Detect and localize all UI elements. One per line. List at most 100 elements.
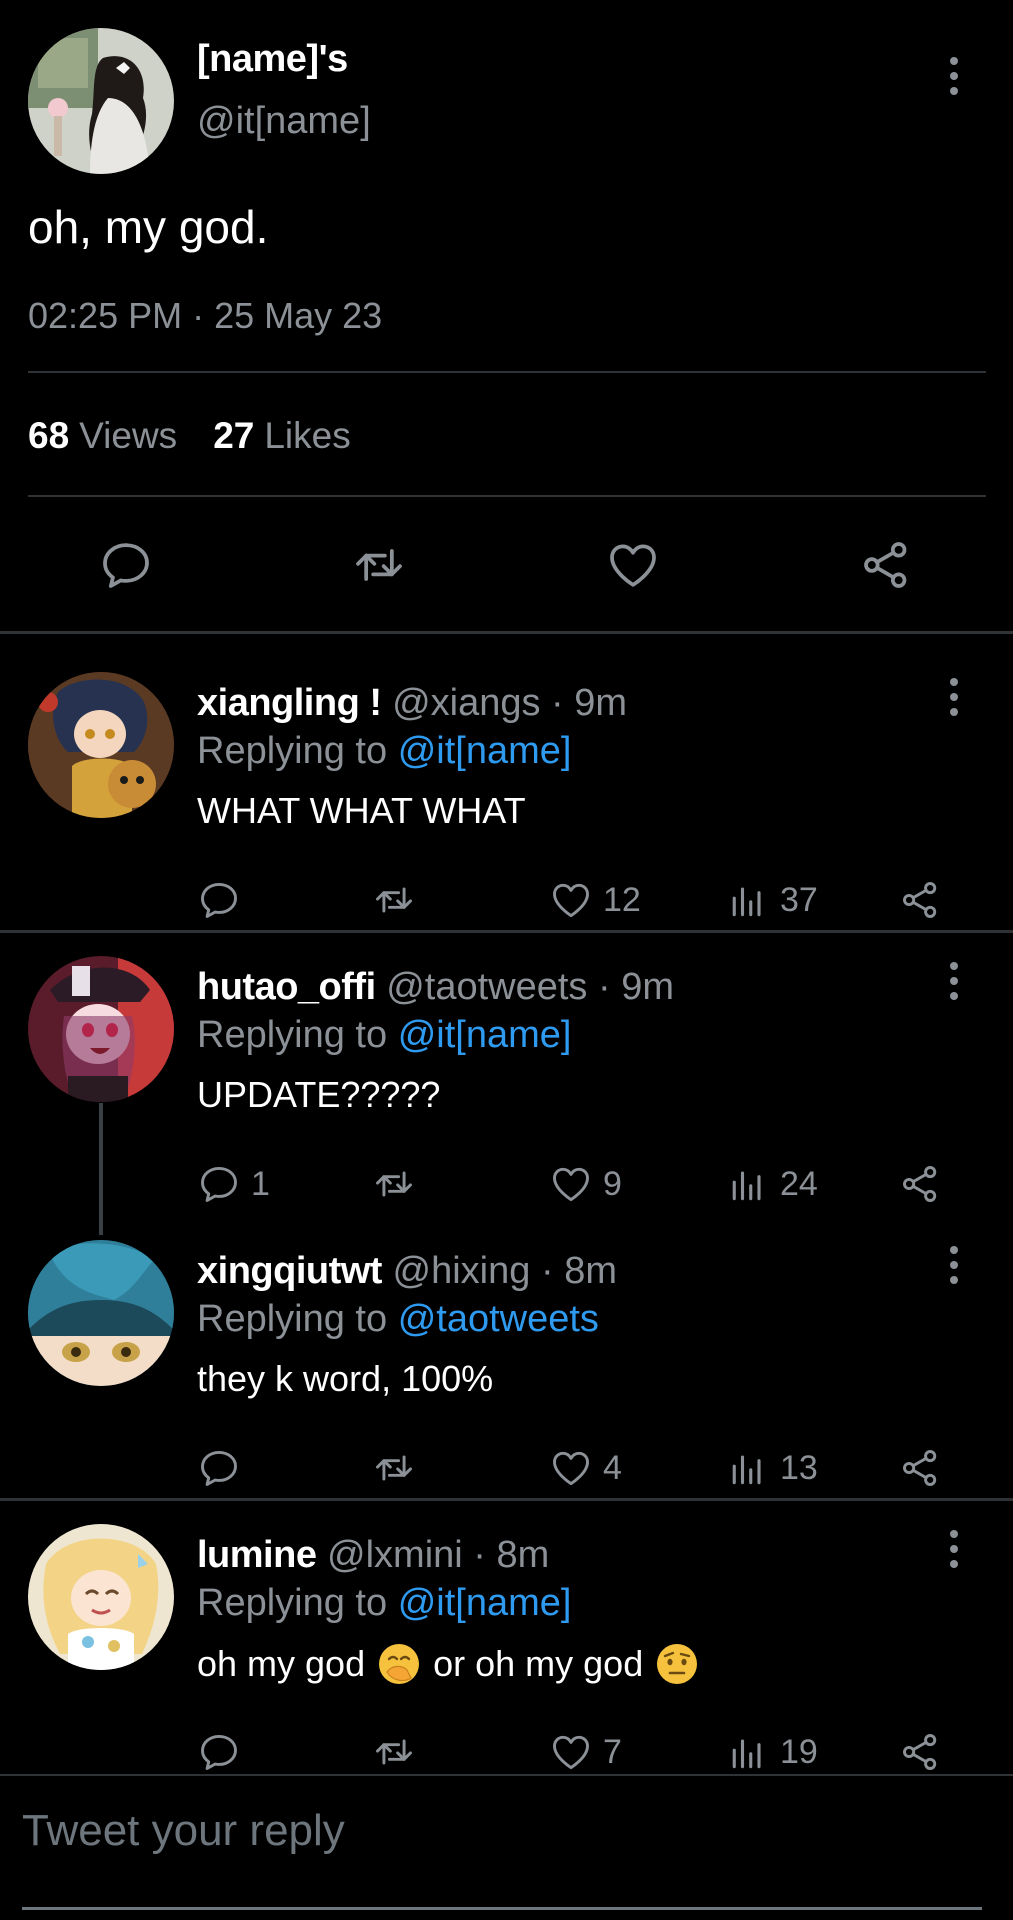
retweet-button[interactable] <box>349 530 409 600</box>
reply-button[interactable] <box>197 1722 251 1782</box>
section-separator <box>0 930 1013 933</box>
bar-chart-icon <box>726 1446 770 1490</box>
retweet-button[interactable] <box>372 1722 416 1782</box>
comment-bubble-icon <box>98 537 154 593</box>
more-vertical-icon[interactable] <box>939 672 969 722</box>
author-handle[interactable]: @it[name] <box>197 100 371 143</box>
reply-count: 1 <box>251 1164 270 1203</box>
reply-tweet[interactable]: xingqiutwt @hixing · 8m Replying to @tao… <box>0 1240 1013 1500</box>
reply-input[interactable] <box>22 1799 982 1863</box>
author-display-name[interactable]: [name]'s <box>197 38 348 81</box>
view-count: 37 <box>780 880 818 919</box>
view-count: 19 <box>780 1732 818 1771</box>
reply-text-content: they k word, 100% <box>197 1358 494 1399</box>
like-button[interactable]: 9 <box>549 1154 622 1214</box>
hand-over-mouth-emoji-icon <box>379 1644 420 1684</box>
reply-author-handle[interactable]: @hixing <box>393 1250 531 1292</box>
replying-to: Replying to @it[name] <box>197 730 571 773</box>
replying-to-label: Replying to <box>197 1298 388 1340</box>
more-vertical-icon[interactable] <box>939 1240 969 1290</box>
views-stat[interactable]: 68 Views <box>28 415 177 457</box>
more-vertical-icon[interactable] <box>939 1524 969 1574</box>
likes-stat[interactable]: 27 Likes <box>213 415 351 457</box>
reply-author-handle[interactable]: @taotweets <box>386 966 587 1008</box>
reply-author-name[interactable]: xingqiutwt <box>197 1250 382 1292</box>
reply-text: WHAT WHAT WHAT <box>197 790 526 832</box>
retweet-icon <box>372 1730 416 1774</box>
reply-author-name[interactable]: xiangling ! <box>197 682 382 724</box>
views-button[interactable]: 19 <box>726 1722 818 1782</box>
replying-to-handle[interactable]: @it[name] <box>398 1582 572 1624</box>
reply-age[interactable]: 9m <box>621 966 674 1008</box>
share-icon <box>899 878 943 922</box>
more-vertical-icon[interactable] <box>939 956 969 1006</box>
more-vertical-icon[interactable] <box>939 51 969 101</box>
reply-action-bar: 4 13 <box>0 1438 1013 1498</box>
reply-input-underline <box>22 1907 982 1910</box>
reply-tweet[interactable]: lumine @lxmini · 8m Replying to @it[name… <box>0 1524 1013 1774</box>
bar-chart-icon <box>726 1162 770 1206</box>
reply-button[interactable] <box>197 1438 251 1498</box>
heart-icon <box>549 1162 593 1206</box>
like-button[interactable]: 12 <box>549 870 641 930</box>
replying-to-label: Replying to <box>197 1014 388 1056</box>
views-count: 68 <box>28 415 70 456</box>
retweet-button[interactable] <box>372 1154 416 1214</box>
views-button[interactable]: 24 <box>726 1154 818 1214</box>
like-count: 12 <box>603 880 641 919</box>
retweet-button[interactable] <box>372 1438 416 1498</box>
replying-to-handle[interactable]: @it[name] <box>398 730 572 772</box>
reply-author-name[interactable]: lumine <box>197 1534 317 1576</box>
reply-text-content: UPDATE????? <box>197 1074 441 1115</box>
reply-text: they k word, 100% <box>197 1358 493 1400</box>
reply-header: xingqiutwt @hixing · 8m <box>197 1250 617 1293</box>
retweet-icon <box>372 878 416 922</box>
reply-age[interactable]: 9m <box>574 682 627 724</box>
reply-button[interactable] <box>197 870 251 930</box>
avatar[interactable] <box>28 672 174 818</box>
like-count: 9 <box>603 1164 622 1203</box>
like-button[interactable]: 4 <box>549 1438 622 1498</box>
reply-header: xiangling ! @xiangs · 9m <box>197 682 627 725</box>
share-button[interactable] <box>899 1722 943 1782</box>
reply-text: UPDATE????? <box>197 1074 440 1116</box>
separator-dot: · <box>540 1250 554 1292</box>
retweet-icon <box>372 1446 416 1490</box>
reply-age[interactable]: 8m <box>564 1250 617 1292</box>
like-count: 4 <box>603 1448 622 1487</box>
retweet-button[interactable] <box>372 870 416 930</box>
reply-button[interactable] <box>96 530 156 600</box>
share-button[interactable] <box>899 870 943 930</box>
share-button[interactable] <box>857 530 917 600</box>
retweet-icon <box>372 1162 416 1206</box>
reply-author-name[interactable]: hutao_offi <box>197 966 376 1008</box>
separator-dot: · <box>598 966 611 1008</box>
main-tweet: [name]'s @it[name] oh, my god. 02:25 PM … <box>0 0 1013 633</box>
tweet-timestamp[interactable]: 02:25 PM · 25 May 23 <box>28 295 382 337</box>
like-button[interactable]: 7 <box>549 1722 622 1782</box>
share-button[interactable] <box>899 1438 943 1498</box>
replying-to-handle[interactable]: @it[name] <box>398 1014 572 1056</box>
replying-to-handle[interactable]: @taotweets <box>398 1298 599 1340</box>
reply-author-handle[interactable]: @xiangs <box>392 682 540 724</box>
author-avatar[interactable] <box>28 28 174 174</box>
retweet-icon <box>351 537 407 593</box>
separator-dot: · <box>551 682 564 724</box>
reply-tweet[interactable]: hutao_offi @taotweets · 9m Replying to @… <box>0 956 1013 1216</box>
share-button[interactable] <box>899 1154 943 1214</box>
avatar[interactable] <box>28 1524 174 1670</box>
reply-age[interactable]: 8m <box>497 1534 550 1576</box>
like-button[interactable] <box>603 530 663 600</box>
views-button[interactable]: 37 <box>726 870 818 930</box>
reply-author-handle[interactable]: @lxmini <box>327 1534 463 1576</box>
reply-text-content: oh my god <box>197 1643 366 1684</box>
comment-bubble-icon <box>197 1162 241 1206</box>
avatar[interactable] <box>28 1240 174 1386</box>
reply-tweet[interactable]: xiangling ! @xiangs · 9m Replying to @it… <box>0 672 1013 932</box>
tweet-text: oh, my god. <box>28 201 269 253</box>
reply-button[interactable]: 1 <box>197 1154 270 1214</box>
share-icon <box>899 1162 943 1206</box>
views-button[interactable]: 13 <box>726 1438 818 1498</box>
tweet-action-bar <box>0 530 1013 600</box>
avatar[interactable] <box>28 956 174 1102</box>
